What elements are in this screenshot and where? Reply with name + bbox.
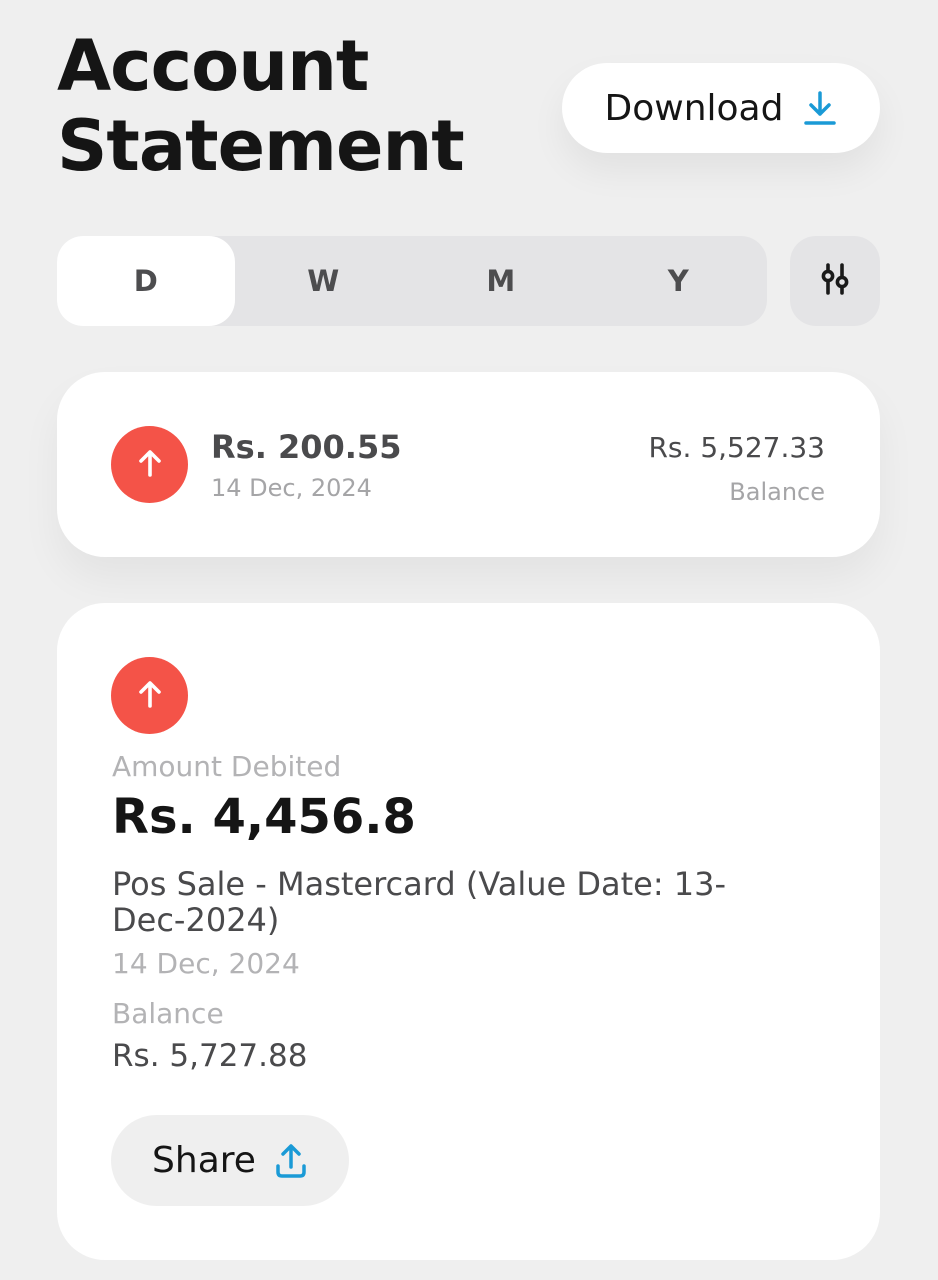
tab-week[interactable]: W <box>235 236 413 326</box>
download-button[interactable]: Download <box>562 63 880 153</box>
debit-indicator <box>111 426 188 503</box>
download-button-label: Download <box>604 87 784 129</box>
transaction-description: Pos Sale - Mastercard (Value Date: 13-De… <box>112 865 727 939</box>
summary-date: 14 Dec, 2024 <box>211 474 372 502</box>
sliders-icon <box>818 262 852 300</box>
transaction-summary-card[interactable]: Rs. 200.55 14 Dec, 2024 Rs. 5,527.33 Bal… <box>57 372 880 557</box>
download-icon <box>803 90 837 126</box>
summary-balance-value: Rs. 5,527.33 <box>648 431 825 464</box>
arrow-up-icon <box>137 448 163 482</box>
summary-amount: Rs. 200.55 <box>211 428 402 466</box>
share-upload-icon <box>274 1142 308 1180</box>
transaction-detail-card: Amount Debited Rs. 4,456.8 Pos Sale - Ma… <box>57 603 880 1260</box>
page-title: Account Statement <box>57 25 465 187</box>
page-title-line-2: Statement <box>57 105 465 187</box>
tab-month[interactable]: M <box>412 236 590 326</box>
filter-button[interactable] <box>790 236 880 326</box>
page-title-line-1: Account <box>57 25 369 107</box>
transaction-amount: Rs. 4,456.8 <box>112 789 416 845</box>
debit-indicator <box>111 657 188 734</box>
transaction-date: 14 Dec, 2024 <box>112 947 300 980</box>
balance-value: Rs. 5,727.88 <box>112 1038 308 1074</box>
share-button-label: Share <box>152 1140 256 1181</box>
transaction-type-label: Amount Debited <box>112 750 342 783</box>
balance-label: Balance <box>112 997 224 1030</box>
tab-day[interactable]: D <box>57 236 235 326</box>
share-button[interactable]: Share <box>111 1115 349 1206</box>
tab-year[interactable]: Y <box>590 236 768 326</box>
arrow-up-icon <box>137 679 163 713</box>
summary-balance-label: Balance <box>729 478 825 506</box>
period-selector: D W M Y <box>57 236 767 326</box>
